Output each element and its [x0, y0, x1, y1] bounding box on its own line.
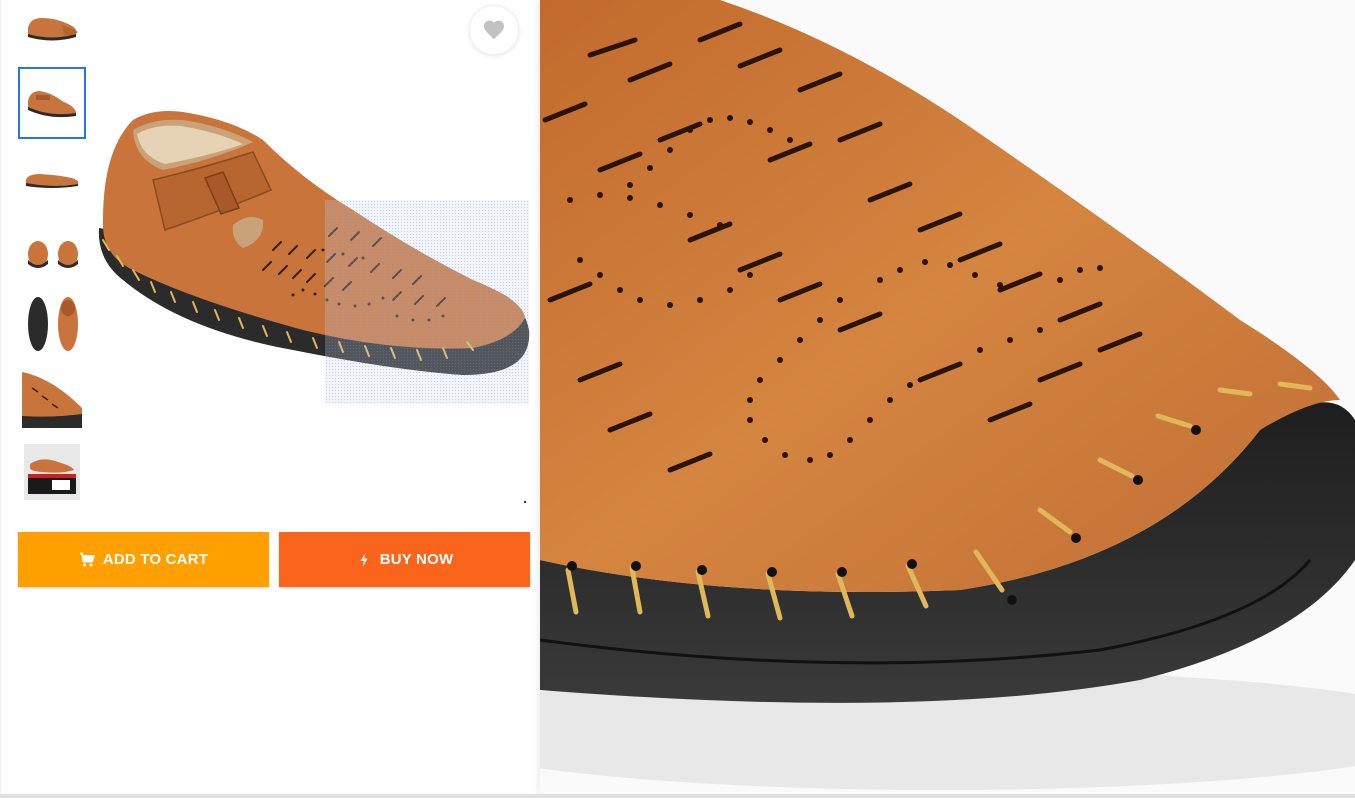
product-gallery: ADD TO CART BUY NOW	[0, 0, 540, 794]
bottom-scrollbar	[0, 794, 1355, 798]
wishlist-button[interactable]	[469, 5, 519, 55]
buy-now-button[interactable]: BUY NOW	[279, 532, 530, 587]
add-to-cart-button[interactable]: ADD TO CART	[18, 532, 269, 587]
thumbnail-closeup-view[interactable]	[18, 362, 86, 434]
cart-icon	[79, 552, 95, 568]
shoe-thumbnail-icon	[28, 297, 78, 351]
shoe-thumbnail-icon	[22, 372, 82, 428]
thumbnail-side-view[interactable]	[18, 0, 86, 64]
thumbnail-sole-view[interactable]	[18, 288, 86, 360]
thumbnail-packaging-view[interactable]	[18, 436, 86, 508]
zoomed-shoe-image	[540, 0, 1355, 794]
thumbnail-profile-view[interactable]	[18, 142, 86, 214]
heart-icon	[484, 20, 504, 39]
add-to-cart-label: ADD TO CART	[102, 551, 209, 568]
buy-now-label: BUY NOW	[379, 551, 454, 568]
thumbnail-angle-view[interactable]	[18, 67, 86, 139]
shoe-thumbnail-icon	[24, 444, 80, 500]
shoe-thumbnail-icon	[28, 18, 78, 41]
zoomed-image-panel	[540, 0, 1355, 794]
shoe-thumbnail-icon	[26, 174, 79, 188]
lightning-icon	[356, 552, 372, 568]
cursor-dot	[524, 501, 526, 503]
zoom-lens[interactable]	[325, 200, 529, 404]
shoe-thumbnail-icon	[28, 91, 76, 118]
thumbnail-front-back-view[interactable]	[18, 214, 86, 286]
shoe-thumbnail-icon	[28, 241, 78, 268]
